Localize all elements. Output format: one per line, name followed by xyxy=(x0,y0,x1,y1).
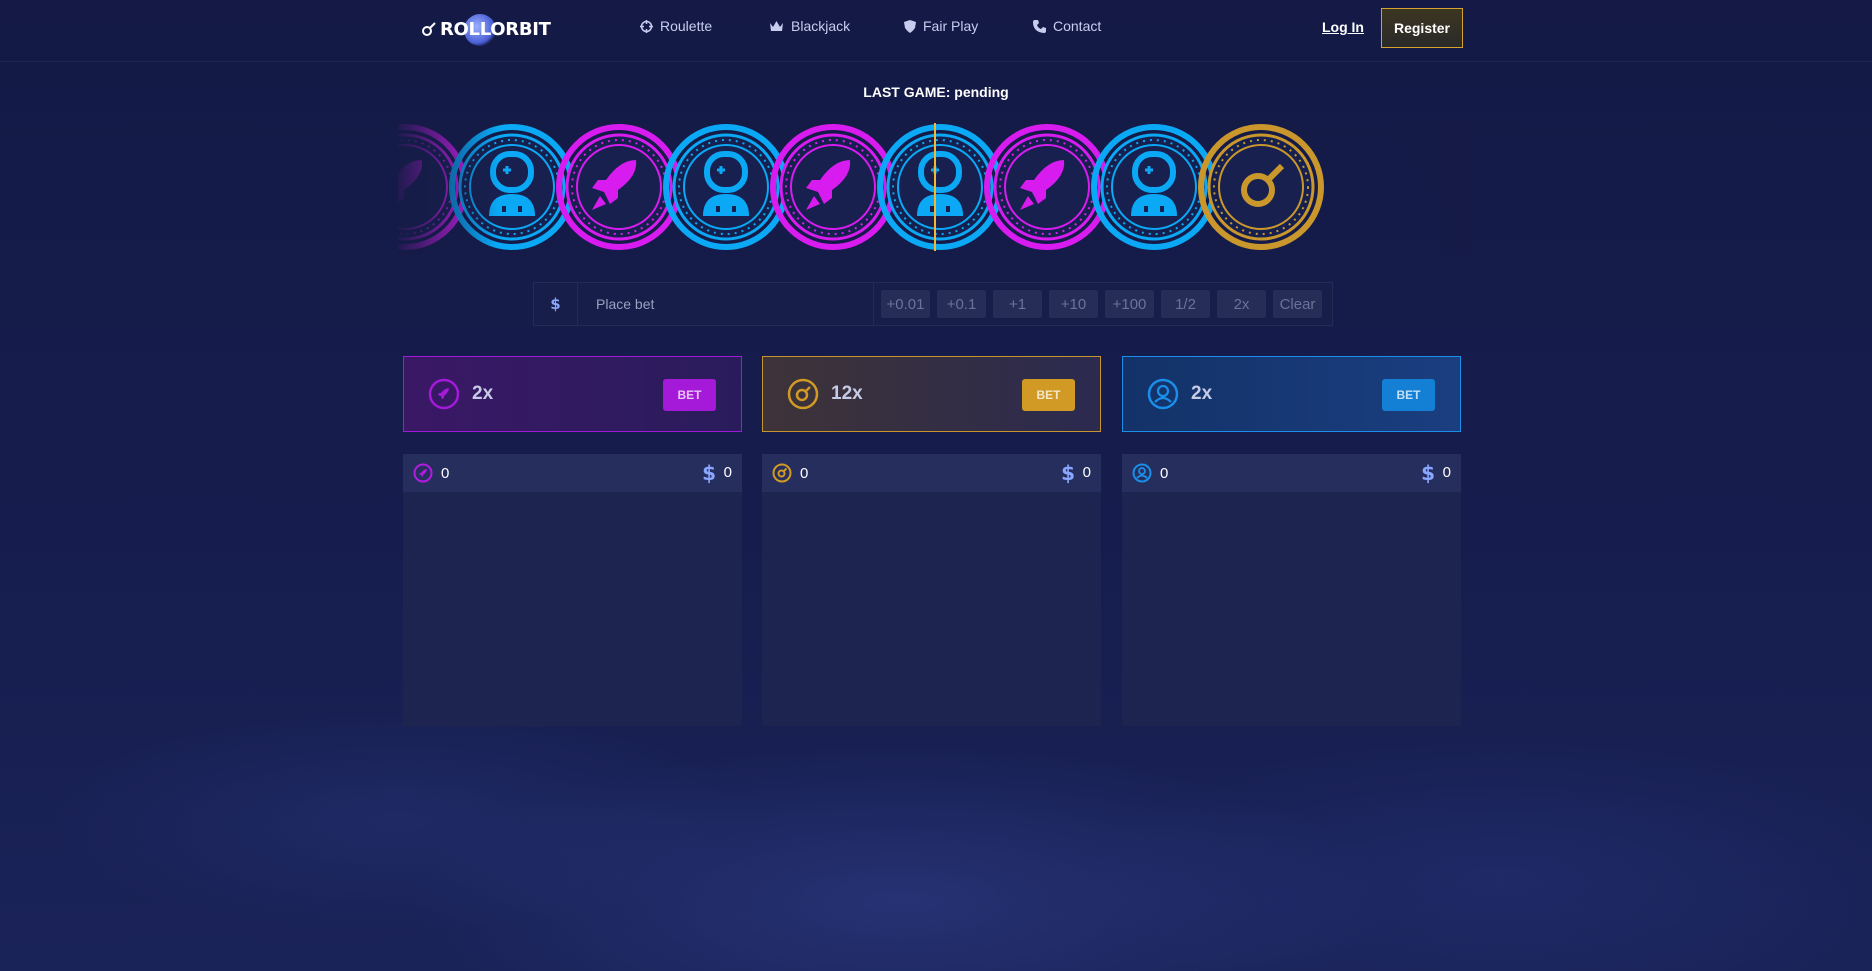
reel-fade-right xyxy=(1380,120,1470,254)
crown-icon xyxy=(770,21,783,31)
dollar-icon: $ xyxy=(1421,461,1435,485)
site-header: ROLLORBIT Roulette Blackjack Fair Play C… xyxy=(0,0,1872,62)
bettor-count: 0 xyxy=(441,464,450,482)
chip-plus-0-1[interactable]: +0.1 xyxy=(937,290,986,318)
bettor-count: 0 xyxy=(800,464,809,482)
reel-fade-left xyxy=(398,120,498,254)
bet-planet-button[interactable]: BET xyxy=(1022,379,1075,411)
rocket-small-icon xyxy=(413,463,433,483)
bet-chips: +0.01 +0.1 +1 +10 +100 1/2 2x Clear xyxy=(881,290,1322,318)
last-game-status: LAST GAME: pending xyxy=(863,84,1009,100)
nav-contact[interactable]: Contact xyxy=(1033,18,1101,34)
planet-multiplier: 12x xyxy=(831,383,863,404)
currency-symbol: $ xyxy=(534,283,578,325)
astronaut-multiplier: 2x xyxy=(1191,383,1213,404)
bet-panel-astronaut: 2x BET xyxy=(1122,356,1461,432)
logo-text: ROLLORBIT xyxy=(440,18,551,40)
bet-bar: $ +0.01 +0.1 +1 +10 +100 1/2 2x Clear xyxy=(533,282,1333,326)
logo[interactable]: ROLLORBIT xyxy=(422,14,551,46)
chip-plus-1[interactable]: +1 xyxy=(993,290,1042,318)
nav-blackjack-label: Blackjack xyxy=(791,18,851,34)
comet-icon xyxy=(422,22,436,36)
bet-amount-input[interactable] xyxy=(578,283,874,325)
bet-rocket-button[interactable]: BET xyxy=(663,379,716,411)
rocket-badge-icon xyxy=(428,378,460,410)
nav-fair-play[interactable]: Fair Play xyxy=(904,18,978,34)
nav-contact-label: Contact xyxy=(1053,18,1102,34)
bets-list-astronaut: 0 $ 0 xyxy=(1122,454,1461,726)
chip-half[interactable]: 1/2 xyxy=(1161,290,1210,318)
planet-small-icon xyxy=(772,463,792,483)
crosshair-icon xyxy=(640,19,653,33)
dollar-icon: $ xyxy=(702,461,716,485)
shield-icon xyxy=(904,19,916,33)
gold-planet-coin-icon xyxy=(1198,124,1324,250)
nav-roulette[interactable]: Roulette xyxy=(640,18,712,34)
register-button[interactable]: Register xyxy=(1381,8,1463,48)
bets-list-header: 0 $ 0 xyxy=(762,454,1101,492)
bets-list-rocket: 0 $ 0 xyxy=(403,454,742,726)
bet-total: 0 xyxy=(1442,464,1451,481)
bets-list-header: 0 $ 0 xyxy=(1122,454,1461,492)
bettor-count: 0 xyxy=(1160,464,1169,482)
bets-list-header: 0 $ 0 xyxy=(403,454,742,492)
bet-astronaut-button[interactable]: BET xyxy=(1382,379,1435,411)
reel-marker xyxy=(934,123,936,251)
chip-plus-100[interactable]: +100 xyxy=(1105,290,1154,318)
dollar-icon: $ xyxy=(1061,461,1075,485)
login-link[interactable]: Log In xyxy=(1322,19,1364,35)
nav-blackjack[interactable]: Blackjack xyxy=(769,18,850,34)
bet-total: 0 xyxy=(723,464,732,481)
phone-icon xyxy=(1033,19,1046,33)
astronaut-small-icon xyxy=(1132,463,1152,483)
chip-plus-10[interactable]: +10 xyxy=(1049,290,1098,318)
astronaut-badge-icon xyxy=(1147,378,1179,410)
bets-list-planet: 0 $ 0 xyxy=(762,454,1101,726)
nav-roulette-label: Roulette xyxy=(660,18,713,34)
chip-plus-0-01[interactable]: +0.01 xyxy=(881,290,930,318)
nav-fair-play-label: Fair Play xyxy=(923,18,979,34)
planet-badge-icon xyxy=(787,378,819,410)
bet-total: 0 xyxy=(1082,464,1091,481)
chip-double[interactable]: 2x xyxy=(1217,290,1266,318)
bet-panel-planet: 12x BET xyxy=(762,356,1101,432)
chip-clear[interactable]: Clear xyxy=(1273,290,1322,318)
bet-panel-rocket: 2x BET xyxy=(403,356,742,432)
rocket-multiplier: 2x xyxy=(472,383,494,404)
